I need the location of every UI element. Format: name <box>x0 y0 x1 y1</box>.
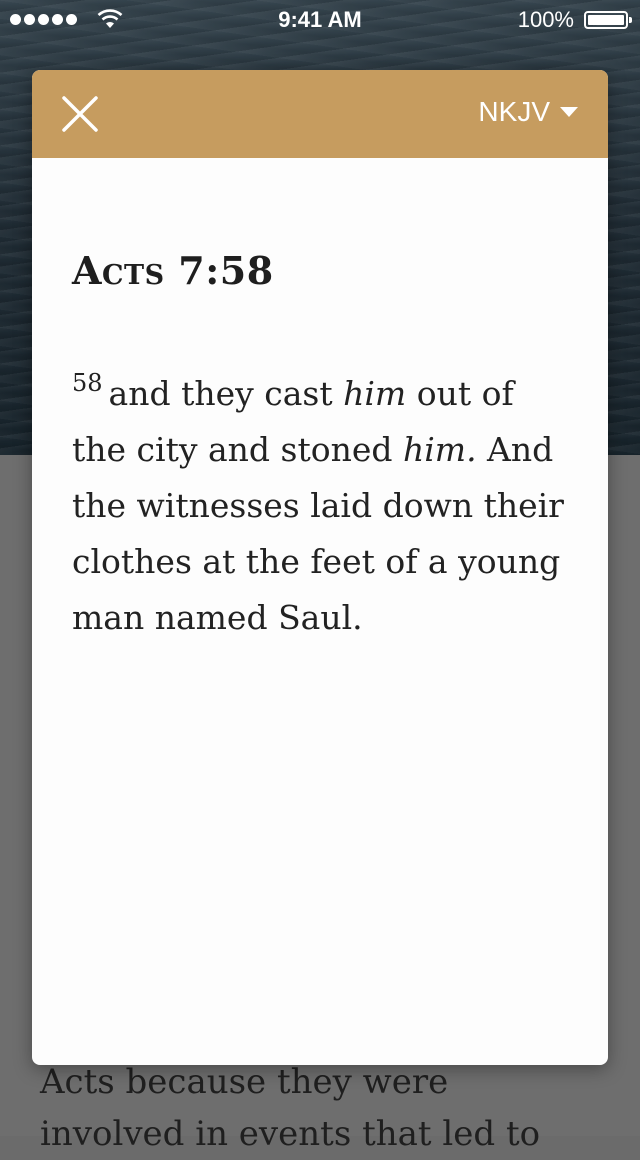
background-body-text: Acts because they were involved in event… <box>40 1062 541 1154</box>
battery-icon <box>584 11 632 29</box>
verse-segment: and they cast <box>108 374 344 413</box>
verse-segment-italic: him. <box>402 430 477 469</box>
close-button[interactable] <box>60 94 100 134</box>
close-icon <box>62 96 98 132</box>
modal-header: NKJV <box>32 70 608 158</box>
verse-number: 58 <box>72 369 103 397</box>
verse-modal: NKJV Acts 7:58 58 and they cast him out o… <box>32 70 608 1065</box>
caret-down-icon <box>560 107 578 117</box>
verse-reference-title: Acts 7:58 <box>72 248 274 293</box>
version-selector[interactable]: NKJV <box>478 96 578 128</box>
verse-text: 58 and they cast him out of the city and … <box>72 355 572 646</box>
status-bar: 9:41 AM 100% <box>0 0 640 40</box>
battery-percentage: 100% <box>517 7 574 32</box>
version-label: NKJV <box>478 96 550 127</box>
verse-segment-italic: him <box>343 374 407 413</box>
